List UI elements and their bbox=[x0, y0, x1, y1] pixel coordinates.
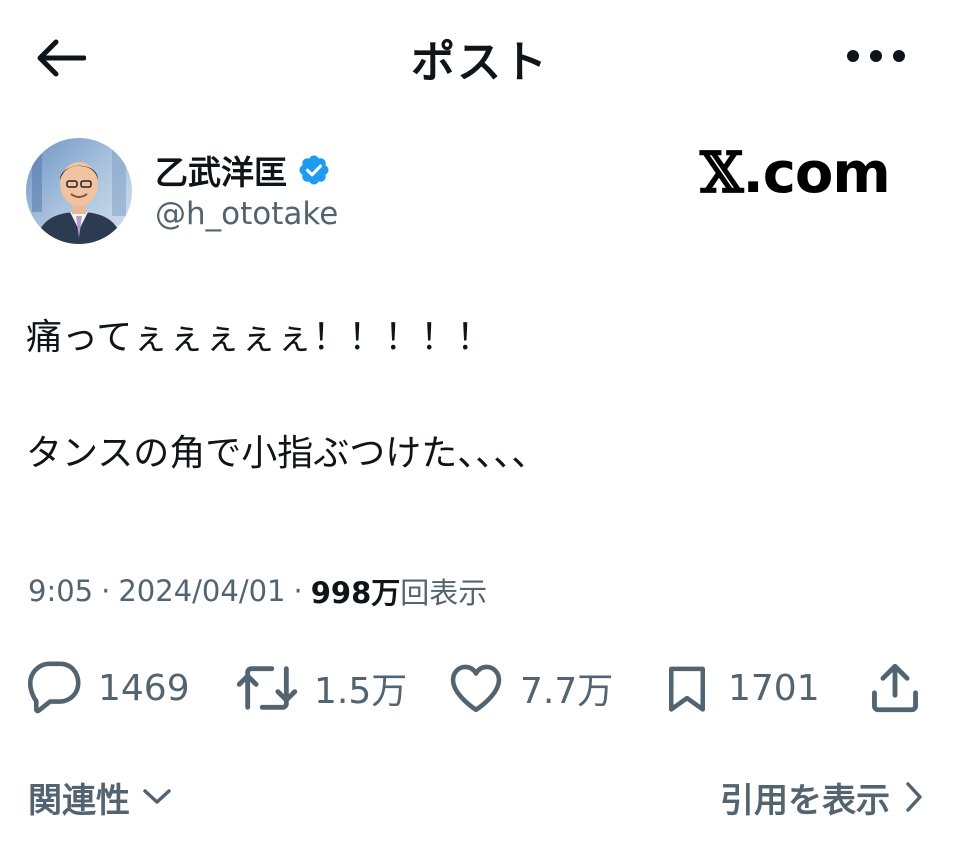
x-logo-icon: 𝕏 bbox=[700, 140, 743, 206]
author-handle[interactable]: @h_ototake bbox=[155, 196, 338, 232]
repost-button[interactable]: 1.5万 bbox=[234, 648, 407, 728]
x-com-watermark: 𝕏 .com bbox=[700, 140, 900, 206]
post-text-line: タンスの角で小指ぶつけた、、、、 bbox=[26, 433, 548, 474]
chevron-right-icon bbox=[906, 782, 922, 812]
post-text: 痛ってぇぇぇぇぇ！！！！！ タンスの角で小指ぶつけた、、、、 bbox=[26, 310, 936, 482]
sort-dropdown[interactable]: 関連性 bbox=[28, 772, 172, 822]
share-button[interactable] bbox=[866, 648, 924, 728]
bookmark-count: 1701 bbox=[728, 667, 820, 709]
page-title: ポスト bbox=[411, 37, 549, 88]
avatar[interactable] bbox=[26, 138, 132, 244]
repost-icon bbox=[236, 666, 298, 710]
heart-icon bbox=[450, 664, 502, 713]
more-horizontal-icon bbox=[847, 50, 905, 62]
chevron-down-icon bbox=[143, 789, 171, 804]
like-button[interactable]: 7.7万 bbox=[446, 648, 613, 728]
profile-photo bbox=[26, 138, 132, 244]
views-label: 回表示 bbox=[400, 576, 488, 610]
bookmark-icon bbox=[669, 666, 705, 712]
views-count: 998万 bbox=[310, 576, 401, 610]
action-bar: 1469 1.5万 7.7万 1701 bbox=[0, 648, 960, 728]
meta-separator: · bbox=[293, 574, 303, 608]
post-text-line: 痛ってぇぇぇぇぇ！！！！！ bbox=[26, 317, 493, 358]
share-icon bbox=[872, 663, 918, 713]
like-count: 7.7万 bbox=[520, 671, 614, 712]
post-time[interactable]: 9:05 bbox=[28, 574, 93, 608]
post-meta: 9:05 · 2024/04/01 · 998万 回表示 bbox=[28, 570, 487, 612]
reply-button[interactable]: 1469 bbox=[26, 648, 190, 728]
post-date[interactable]: 2024/04/01 bbox=[118, 574, 285, 608]
top-bar: ポスト bbox=[0, 0, 960, 112]
verified-badge-icon bbox=[297, 153, 331, 187]
meta-separator: · bbox=[101, 574, 111, 608]
bookmark-button[interactable]: 1701 bbox=[660, 648, 820, 728]
reply-count: 1469 bbox=[98, 667, 190, 709]
author-name-row[interactable]: 乙武洋匡 bbox=[155, 148, 331, 192]
sort-label: 関連性 bbox=[28, 780, 130, 821]
watermark-domain: .com bbox=[742, 140, 890, 206]
view-quotes-label: 引用を表示 bbox=[720, 780, 890, 821]
reply-icon bbox=[27, 661, 81, 714]
repost-count: 1.5万 bbox=[314, 671, 408, 712]
view-quotes-link[interactable]: 引用を表示 bbox=[720, 772, 924, 822]
more-options-button[interactable] bbox=[838, 34, 914, 78]
display-name: 乙武洋匡 bbox=[155, 153, 287, 192]
